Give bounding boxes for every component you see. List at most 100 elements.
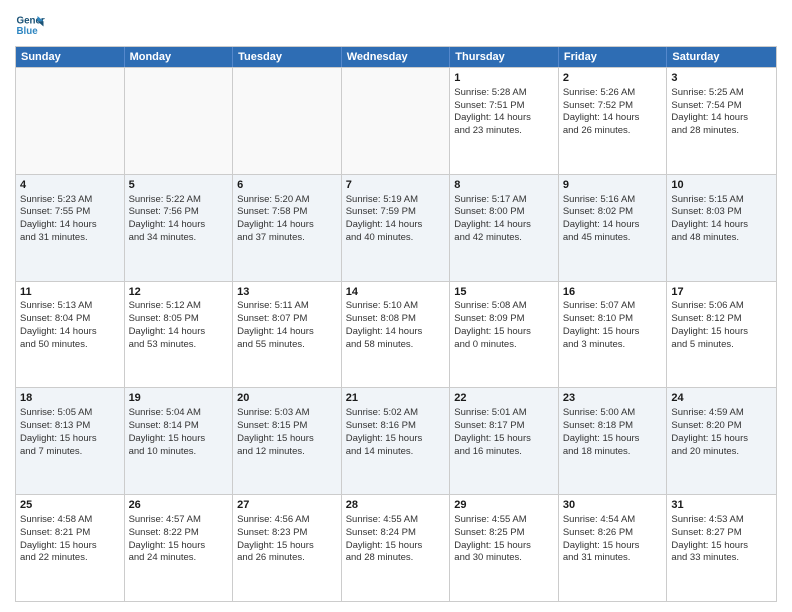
day-info-line: Sunrise: 5:07 AM [563, 300, 663, 313]
day-info-line: Daylight: 15 hours [454, 540, 554, 553]
day-info-line: Sunset: 8:21 PM [20, 527, 120, 540]
day-info-line: Sunset: 8:16 PM [346, 420, 446, 433]
day-info-line: Sunrise: 4:57 AM [129, 514, 229, 527]
day-info-line: and 55 minutes. [237, 339, 337, 352]
weekday-header: Wednesday [342, 47, 451, 67]
day-info-line: Sunset: 8:26 PM [563, 527, 663, 540]
day-number: 12 [129, 285, 229, 300]
day-info-line: Sunset: 8:23 PM [237, 527, 337, 540]
day-number: 19 [129, 391, 229, 406]
day-info-line: Daylight: 14 hours [563, 112, 663, 125]
day-number: 20 [237, 391, 337, 406]
logo-icon: General Blue [15, 10, 45, 40]
day-info-line: Daylight: 15 hours [563, 326, 663, 339]
day-cell: 12Sunrise: 5:12 AMSunset: 8:05 PMDayligh… [125, 282, 234, 388]
day-info-line: Daylight: 15 hours [563, 540, 663, 553]
day-info-line: Sunrise: 5:12 AM [129, 300, 229, 313]
weekday-header: Monday [125, 47, 234, 67]
day-info-line: Sunrise: 5:06 AM [671, 300, 772, 313]
calendar-row: 1Sunrise: 5:28 AMSunset: 7:51 PMDaylight… [16, 67, 776, 174]
day-number: 10 [671, 178, 772, 193]
day-number: 28 [346, 498, 446, 513]
calendar-header: SundayMondayTuesdayWednesdayThursdayFrid… [16, 47, 776, 67]
day-info-line: Sunrise: 5:28 AM [454, 87, 554, 100]
weekday-header: Sunday [16, 47, 125, 67]
day-info-line: and 45 minutes. [563, 232, 663, 245]
day-number: 1 [454, 71, 554, 86]
day-info-line: Sunset: 7:55 PM [20, 206, 120, 219]
day-info-line: Sunrise: 5:13 AM [20, 300, 120, 313]
day-info-line: Daylight: 14 hours [129, 219, 229, 232]
day-info-line: Sunset: 8:09 PM [454, 313, 554, 326]
day-info-line: Sunset: 8:18 PM [563, 420, 663, 433]
day-info-line: Sunset: 8:04 PM [20, 313, 120, 326]
day-info-line: Daylight: 14 hours [671, 112, 772, 125]
day-info-line: Sunset: 7:56 PM [129, 206, 229, 219]
logo: General Blue [15, 10, 45, 40]
empty-cell [125, 68, 234, 174]
day-info-line: Daylight: 15 hours [563, 433, 663, 446]
day-info-line: and 34 minutes. [129, 232, 229, 245]
day-info-line: Sunset: 8:03 PM [671, 206, 772, 219]
day-cell: 21Sunrise: 5:02 AMSunset: 8:16 PMDayligh… [342, 388, 451, 494]
day-info-line: Sunset: 7:54 PM [671, 100, 772, 113]
day-info-line: Daylight: 14 hours [129, 326, 229, 339]
day-cell: 2Sunrise: 5:26 AMSunset: 7:52 PMDaylight… [559, 68, 668, 174]
day-cell: 23Sunrise: 5:00 AMSunset: 8:18 PMDayligh… [559, 388, 668, 494]
calendar-body: 1Sunrise: 5:28 AMSunset: 7:51 PMDaylight… [16, 67, 776, 601]
day-info-line: Daylight: 14 hours [20, 326, 120, 339]
day-cell: 3Sunrise: 5:25 AMSunset: 7:54 PMDaylight… [667, 68, 776, 174]
day-info-line: Daylight: 14 hours [671, 219, 772, 232]
day-info-line: Sunset: 8:02 PM [563, 206, 663, 219]
day-cell: 6Sunrise: 5:20 AMSunset: 7:58 PMDaylight… [233, 175, 342, 281]
day-info-line: Sunset: 8:08 PM [346, 313, 446, 326]
day-cell: 22Sunrise: 5:01 AMSunset: 8:17 PMDayligh… [450, 388, 559, 494]
day-number: 22 [454, 391, 554, 406]
calendar: SundayMondayTuesdayWednesdayThursdayFrid… [15, 46, 777, 602]
day-info-line: and 37 minutes. [237, 232, 337, 245]
day-info-line: Daylight: 15 hours [129, 540, 229, 553]
day-number: 2 [563, 71, 663, 86]
day-info-line: and 22 minutes. [20, 552, 120, 565]
day-info-line: Sunrise: 5:04 AM [129, 407, 229, 420]
day-info-line: Sunset: 8:24 PM [346, 527, 446, 540]
day-info-line: Daylight: 15 hours [129, 433, 229, 446]
day-info-line: Sunset: 8:14 PM [129, 420, 229, 433]
day-info-line: Daylight: 15 hours [671, 433, 772, 446]
day-info-line: Sunset: 8:25 PM [454, 527, 554, 540]
day-cell: 13Sunrise: 5:11 AMSunset: 8:07 PMDayligh… [233, 282, 342, 388]
day-info-line: Sunrise: 5:22 AM [129, 194, 229, 207]
day-number: 30 [563, 498, 663, 513]
day-info-line: Daylight: 14 hours [237, 326, 337, 339]
day-info-line: Sunrise: 4:56 AM [237, 514, 337, 527]
day-number: 13 [237, 285, 337, 300]
day-info-line: and 14 minutes. [346, 446, 446, 459]
day-info-line: Sunset: 7:58 PM [237, 206, 337, 219]
day-info-line: Daylight: 15 hours [346, 433, 446, 446]
empty-cell [233, 68, 342, 174]
day-info-line: Sunset: 8:20 PM [671, 420, 772, 433]
day-info-line: and 53 minutes. [129, 339, 229, 352]
day-info-line: Daylight: 15 hours [20, 433, 120, 446]
day-info-line: Sunrise: 5:19 AM [346, 194, 446, 207]
day-info-line: Sunset: 8:17 PM [454, 420, 554, 433]
day-info-line: and 33 minutes. [671, 552, 772, 565]
calendar-row: 11Sunrise: 5:13 AMSunset: 8:04 PMDayligh… [16, 281, 776, 388]
day-number: 16 [563, 285, 663, 300]
day-info-line: Daylight: 14 hours [454, 112, 554, 125]
day-number: 11 [20, 285, 120, 300]
day-info-line: Sunrise: 5:01 AM [454, 407, 554, 420]
day-number: 3 [671, 71, 772, 86]
day-info-line: and 31 minutes. [20, 232, 120, 245]
calendar-row: 4Sunrise: 5:23 AMSunset: 7:55 PMDaylight… [16, 174, 776, 281]
day-number: 31 [671, 498, 772, 513]
day-info-line: Daylight: 15 hours [237, 433, 337, 446]
day-number: 18 [20, 391, 120, 406]
day-cell: 8Sunrise: 5:17 AMSunset: 8:00 PMDaylight… [450, 175, 559, 281]
day-info-line: and 30 minutes. [454, 552, 554, 565]
day-cell: 9Sunrise: 5:16 AMSunset: 8:02 PMDaylight… [559, 175, 668, 281]
day-cell: 15Sunrise: 5:08 AMSunset: 8:09 PMDayligh… [450, 282, 559, 388]
day-info-line: and 26 minutes. [563, 125, 663, 138]
day-cell: 29Sunrise: 4:55 AMSunset: 8:25 PMDayligh… [450, 495, 559, 601]
day-cell: 24Sunrise: 4:59 AMSunset: 8:20 PMDayligh… [667, 388, 776, 494]
